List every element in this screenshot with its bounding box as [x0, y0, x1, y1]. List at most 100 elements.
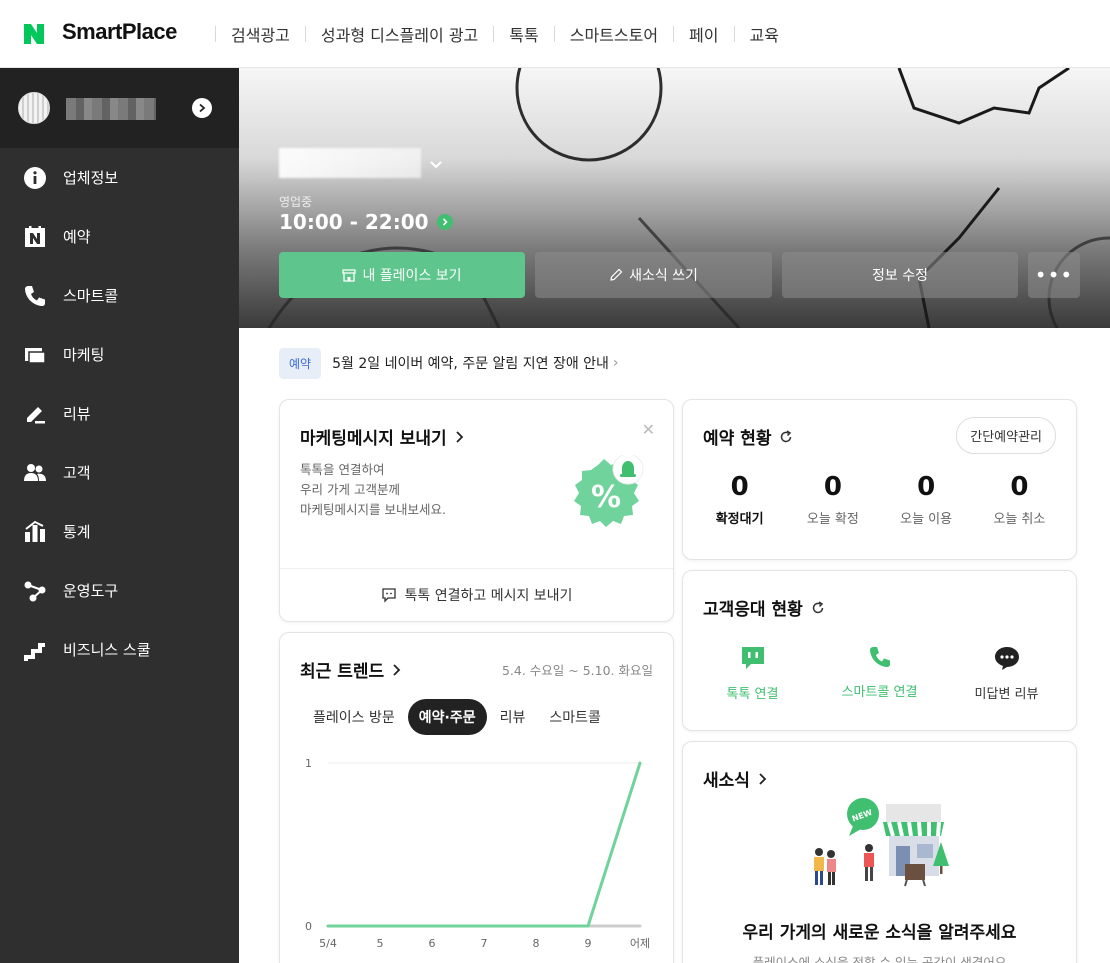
nav-divider [733, 26, 735, 42]
sidebar-item-tools[interactable]: 운영도구 [0, 561, 239, 620]
smartcall-connect-item[interactable]: 스마트콜 연결 [820, 645, 940, 702]
talktalk-icon [741, 647, 764, 669]
customer-card-title: 고객응대 현황 [703, 595, 825, 620]
reservation-stats: 0 확정대기 0 오늘 확정 0 오늘 이용 0 오늘 취소 [683, 472, 1076, 527]
edit-info-label: 정보 수정 [872, 268, 928, 284]
nav-search-ads[interactable]: 검색광고 [231, 22, 290, 46]
sidebar-item-label: 통계 [63, 523, 91, 541]
nav-divider [304, 26, 306, 42]
simple-reservation-button[interactable]: 간단예약관리 [956, 417, 1056, 454]
stat-label: 오늘 확정 [806, 512, 859, 527]
top-header: SmartPlace 검색광고 성과형 디스플레이 광고 톡톡 스마트스토어 페… [0, 0, 1110, 68]
tab-reviews[interactable]: 리뷰 [489, 699, 537, 735]
write-news-button[interactable]: 새소식 쓰기 [535, 252, 772, 298]
view-my-place-button[interactable]: 내 플레이스 보기 [279, 252, 525, 298]
x-tick-label: 어제 [630, 937, 650, 950]
svg-text:%: % [591, 480, 621, 515]
stat-value: 0 [1010, 472, 1029, 502]
stat-value: 0 [730, 472, 749, 502]
y-tick-label: 1 [305, 757, 312, 770]
sidebar: 업체정보 예약 스마트콜 마케팅 리뷰 고객 통계 운영도구 비즈니스 스쿨 [0, 68, 239, 963]
smartplace-logo[interactable]: SmartPlace [62, 19, 177, 45]
refresh-icon[interactable] [811, 600, 825, 615]
tab-smartcall[interactable]: 스마트콜 [538, 699, 612, 735]
nav-display-ads[interactable]: 성과형 디스플레이 광고 [321, 22, 478, 46]
store-name-redacted [66, 98, 156, 120]
calendar-n-icon [25, 225, 45, 247]
edit-info-button[interactable]: 정보 수정 [782, 252, 1018, 298]
sidebar-item-label: 비즈니스 스쿨 [63, 641, 151, 659]
naver-logo-icon[interactable] [22, 22, 46, 46]
nav-pay[interactable]: 페이 [689, 22, 718, 46]
stats-icon [25, 520, 45, 542]
x-tick-label: 6 [429, 937, 436, 950]
sidebar-item-stats[interactable]: 통계 [0, 502, 239, 561]
store-switcher[interactable] [0, 68, 239, 148]
connect-talktalk-button[interactable]: 톡톡 연결하고 메시지 보내기 [280, 568, 673, 621]
view-my-place-label: 내 플레이스 보기 [362, 268, 462, 284]
notice-bar[interactable]: 예약 5월 2일 네이버 예약, 주문 알림 지연 장애 안내 › [279, 347, 619, 379]
news-card-title[interactable]: 새소식 [703, 766, 767, 791]
sidebar-item-review[interactable]: 리뷰 [0, 384, 239, 443]
nav-smartstore[interactable]: 스마트스토어 [570, 22, 658, 46]
nav-talktalk[interactable]: 톡톡 [509, 22, 538, 46]
stat-pending[interactable]: 0 확정대기 [695, 472, 785, 527]
reservation-status-card: 예약 현황 간단예약관리 0 확정대기 0 오늘 확정 0 오늘 이용 0 오늘… [682, 399, 1077, 560]
stat-confirmed-today[interactable]: 0 오늘 확정 [788, 472, 878, 527]
store-avatar [18, 92, 50, 124]
trends-date-range: 5.4. 수요일 ~ 5.10. 화요일 [501, 663, 653, 678]
x-tick-label: 8 [533, 937, 540, 950]
chevron-right-icon: › [612, 355, 619, 371]
reservation-title-text: 예약 현황 [703, 429, 772, 449]
news-subtext: 플레이스에 소식을 전할 수 있는 공간이 생겼어요 [752, 955, 1007, 963]
trends-title-text: 최근 트렌드 [300, 662, 385, 682]
more-options-button[interactable]: ••• [1028, 252, 1080, 298]
sidebar-item-reservation[interactable]: 예약 [0, 207, 239, 266]
sidebar-item-smartcall[interactable]: 스마트콜 [0, 266, 239, 325]
sidebar-item-label: 리뷰 [63, 405, 91, 423]
connect-talktalk-label: 톡톡 연결하고 메시지 보내기 [404, 588, 573, 604]
nav-divider [215, 26, 216, 42]
unanswered-review-label: 미답변 리뷰 [974, 687, 1039, 702]
x-tick-label: 5/4 [319, 937, 337, 950]
sidebar-item-customer[interactable]: 고객 [0, 443, 239, 502]
unanswered-review-item[interactable]: 미답변 리뷰 [947, 645, 1067, 702]
store-icon [342, 268, 357, 282]
tab-reservation-orders[interactable]: 예약·주문 [407, 699, 487, 735]
trends-tabs: 플레이스 방문 예약·주문 리뷰 스마트콜 [302, 699, 614, 735]
sidebar-item-label: 업체정보 [63, 169, 119, 187]
refresh-icon[interactable] [779, 429, 793, 444]
y-tick-label: 0 [305, 920, 312, 933]
marketing-desc-line: 톡톡을 연결하여 [300, 462, 385, 477]
pencil-icon [610, 268, 623, 281]
x-tick-label: 7 [481, 937, 488, 950]
chevron-down-icon[interactable] [429, 160, 443, 170]
sidebar-item-business-school[interactable]: 비즈니스 스쿨 [0, 620, 239, 679]
series-line [326, 761, 642, 928]
talktalk-connect-item[interactable]: 톡톡 연결 [693, 645, 813, 702]
sidebar-item-label: 마케팅 [63, 346, 105, 364]
business-hours-text: 10:00 - 22:00 [279, 210, 429, 234]
phone-icon [869, 647, 890, 667]
sidebar-item-business-info[interactable]: 업체정보 [0, 148, 239, 207]
chevron-right-icon[interactable] [192, 98, 212, 118]
nav-education[interactable]: 교육 [750, 22, 779, 46]
close-icon[interactable]: ✕ [642, 420, 655, 439]
message-dots-icon [994, 647, 1019, 670]
notice-text[interactable]: 5월 2일 네이버 예약, 주문 알림 지연 장애 안내 [332, 353, 609, 373]
trends-card-title[interactable]: 최근 트렌드 [300, 657, 401, 682]
write-news-label: 새소식 쓰기 [629, 268, 698, 284]
tab-place-visits[interactable]: 플레이스 방문 [302, 699, 406, 735]
sidebar-menu: 업체정보 예약 스마트콜 마케팅 리뷰 고객 통계 운영도구 비즈니스 스쿨 [0, 148, 239, 679]
notice-tag: 예약 [279, 347, 322, 379]
ads-icon [25, 347, 46, 364]
users-icon [24, 463, 46, 481]
marketing-card-title[interactable]: 마케팅메시지 보내기 [300, 424, 464, 449]
customer-response-items: 톡톡 연결 스마트콜 연결 미답변 리뷰 [683, 645, 1076, 702]
stat-cancelled-today[interactable]: 0 오늘 취소 [974, 472, 1064, 527]
business-hours[interactable]: 10:00 - 22:00 [279, 210, 453, 234]
sidebar-item-marketing[interactable]: 마케팅 [0, 325, 239, 384]
stat-used-today[interactable]: 0 오늘 이용 [881, 472, 971, 527]
place-name-redacted [279, 148, 421, 178]
chevron-right-icon[interactable] [436, 214, 453, 230]
